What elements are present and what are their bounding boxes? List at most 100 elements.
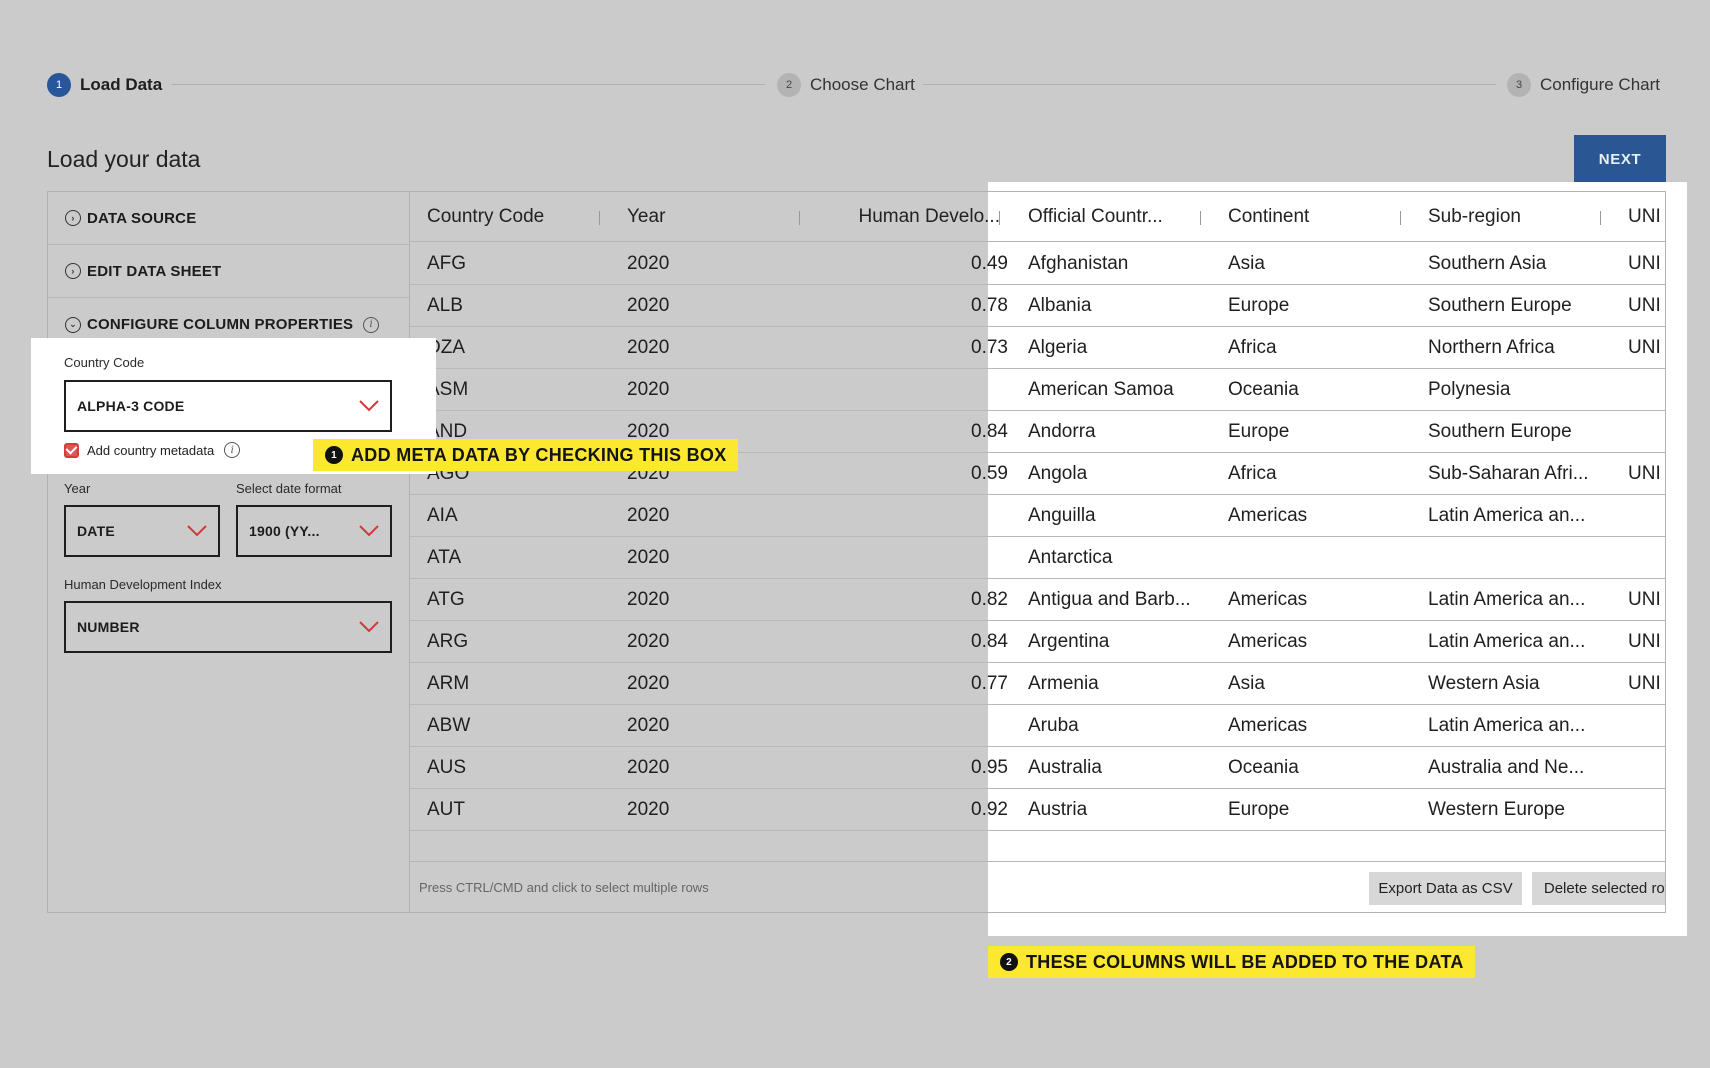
table-cell: ALB (427, 295, 463, 316)
table-cell: Americas (1228, 715, 1308, 736)
table-cell: Western Europe (1428, 799, 1565, 820)
table-row[interactable]: AFG 2020 0.49 Afghanistan Asia Southern Asia U… (410, 243, 1665, 285)
column-resize-handle[interactable] (999, 211, 1000, 225)
table-cell: Azerbaijan (1028, 831, 1208, 840)
table-row[interactable]: AIA 2020 Anguilla Americas Latin America an.… (410, 495, 1665, 537)
column-resize-handle[interactable] (1200, 211, 1201, 225)
table-cell: 0.84 (971, 631, 1008, 652)
column-resize-handle[interactable] (1400, 211, 1401, 225)
step-configure-chart[interactable]: 3 Configure Chart (1507, 71, 1660, 99)
table-cell: 0.84 (971, 421, 1008, 442)
table-cell: Asia (1228, 253, 1265, 274)
table-body: AFG 2020 0.49 Afghanistan Asia Southern Asia U… (410, 243, 1665, 840)
table-row[interactable]: DZA 2020 0.73 Algeria Africa Northern Africa U… (410, 327, 1665, 369)
table-cell: Antarctica (1028, 547, 1113, 568)
chevron-down-icon (359, 525, 379, 537)
table-row[interactable]: ABW 2020 Aruba Americas Latin America an... (410, 705, 1665, 747)
step-number: 3 (1507, 73, 1531, 97)
table-cell: UNI (1628, 295, 1661, 316)
add-metadata-checkbox[interactable] (64, 442, 79, 458)
select-value: NUMBER (77, 619, 140, 635)
table-row[interactable]: AUT 2020 0.92 Austria Europe Western Europe (410, 789, 1665, 831)
date-format-select[interactable]: 1900 (YY... (236, 505, 392, 557)
step-choose-chart[interactable]: 2 Choose Chart (777, 71, 915, 99)
table-cell (840, 537, 1008, 579)
year-label: Year (64, 481, 91, 496)
table-cell: 0.78 (971, 295, 1008, 316)
column-header[interactable]: UNI (1628, 192, 1665, 242)
table-cell: AUT (427, 799, 465, 820)
table-cell: UNI (1628, 337, 1661, 358)
table-cell: UNI (1628, 673, 1661, 694)
table-row[interactable]: ARM 2020 0.77 Armenia Asia Western Asia UNI (410, 663, 1665, 705)
hdi-type-select[interactable]: NUMBER (64, 601, 392, 653)
table-cell: 0.77 (971, 673, 1008, 694)
table-cell: Southern Europe (1428, 421, 1572, 442)
section-label: CONFIGURE COLUMN PROPERTIES (87, 316, 354, 333)
table-cell: Africa (1228, 463, 1277, 484)
table-row[interactable]: ATG 2020 0.82 Antigua and Barb... Americas La… (410, 579, 1665, 621)
column-header[interactable]: Sub-region (1428, 192, 1608, 242)
column-header[interactable]: Continent (1228, 192, 1408, 242)
table-cell: 0.82 (971, 589, 1008, 610)
table-cell: Americas (1228, 631, 1308, 652)
page-title: Load your data (47, 146, 201, 172)
table-row[interactable]: ASM 2020 American Samoa Oceania Polynesia (410, 369, 1665, 411)
data-table: Country Code Year Human Develo... Official … (410, 192, 1665, 912)
table-cell: 2020 (627, 715, 670, 736)
column-header[interactable]: Year (627, 192, 807, 242)
table-row[interactable]: ALB 2020 0.78 Albania Europe Southern Europe U… (410, 285, 1665, 327)
stepper-connector (172, 84, 765, 85)
table-row[interactable]: AZE 2020 0.72 Azerbaijan Asia Western Asia UNI (410, 831, 1665, 840)
info-icon[interactable]: i (363, 316, 380, 333)
table-row[interactable]: ARG 2020 0.84 Argentina Americas Latin Americ… (410, 621, 1665, 663)
next-button[interactable]: NEXT (1574, 135, 1666, 183)
table-row[interactable]: ATA 2020 Antarctica (410, 537, 1665, 579)
table-cell: AFG (427, 253, 467, 274)
chevron-right-icon: › (65, 263, 81, 279)
table-cell: Europe (1228, 421, 1290, 442)
table-cell: Albania (1028, 295, 1092, 316)
column-header[interactable]: Country Code (427, 192, 607, 242)
table-cell: 2020 (627, 253, 670, 274)
chevron-down-icon: ⌄ (65, 316, 81, 333)
table-cell: 2020 (627, 589, 670, 610)
add-metadata-label: Add country metadata (87, 442, 215, 458)
table-cell: 2020 (627, 505, 670, 526)
country-code-select[interactable]: ALPHA-3 CODE (64, 380, 392, 432)
table-cell: ATG (427, 589, 465, 610)
info-icon[interactable]: i (224, 442, 241, 458)
stepper-connector (923, 84, 1496, 85)
table-cell: 0.73 (971, 337, 1008, 358)
select-value: DATE (77, 523, 115, 539)
table-cell: Oceania (1228, 757, 1299, 778)
table-cell: UNI (1628, 589, 1661, 610)
step-number: 1 (47, 73, 71, 97)
column-resize-handle[interactable] (1600, 211, 1601, 225)
table-row[interactable]: AUS 2020 0.95 Australia Oceania Australia and… (410, 747, 1665, 789)
table-cell: Africa (1228, 337, 1277, 358)
table-cell (840, 705, 1008, 747)
chevron-down-icon (359, 621, 379, 633)
column-header[interactable]: Human Develo... (840, 192, 1000, 242)
table-cell: Argentina (1028, 631, 1110, 652)
table-cell: Austria (1028, 799, 1088, 820)
export-csv-button[interactable]: Export Data as CSV (1369, 872, 1522, 905)
step-number: 2 (777, 73, 801, 97)
column-resize-handle[interactable] (599, 211, 600, 225)
table-cell: American Samoa (1028, 379, 1174, 400)
delete-rows-button[interactable]: Delete selected rows (1532, 872, 1665, 905)
section-data-source[interactable]: › DATA SOURCE (48, 192, 409, 245)
step-load-data[interactable]: 1 Load Data (47, 71, 162, 99)
step-label: Configure Chart (1540, 75, 1661, 94)
table-cell: Latin America an... (1428, 631, 1586, 652)
column-header[interactable]: Official Countr... (1028, 192, 1208, 242)
table-cell: 0.92 (971, 799, 1008, 820)
table-cell: Latin America an... (1428, 589, 1586, 610)
table-cell: ASM (427, 379, 469, 400)
table-cell: ATA (427, 547, 462, 568)
section-edit-data-sheet[interactable]: › EDIT DATA SHEET (48, 245, 409, 298)
column-resize-handle[interactable] (799, 211, 800, 225)
year-type-select[interactable]: DATE (64, 505, 220, 557)
table-cell: 2020 (627, 631, 670, 652)
